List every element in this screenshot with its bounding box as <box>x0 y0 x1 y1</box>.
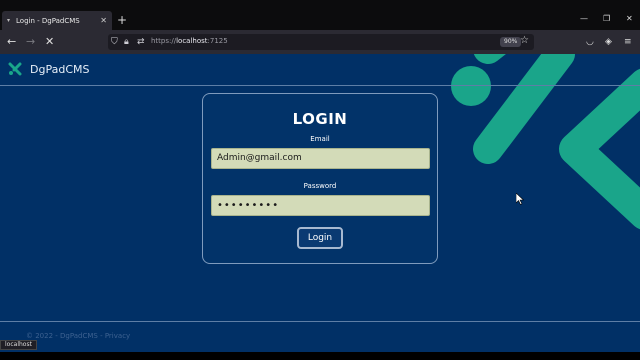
login-title: LOGIN <box>292 110 348 128</box>
footer-text[interactable]: © 2022 - DgPadCMS - Privacy <box>26 332 130 340</box>
brand-logo-icon <box>8 62 22 76</box>
brand[interactable]: DgPadCMS <box>8 62 89 76</box>
extension-icon[interactable]: ◈ <box>605 36 612 48</box>
brand-name: DgPadCMS <box>30 62 90 76</box>
header-divider <box>0 85 640 86</box>
login-button[interactable]: Login <box>297 227 343 249</box>
browser-tab[interactable]: ▾ Login - DgPadCMS ✕ <box>2 11 112 30</box>
bottom-edge <box>0 352 640 360</box>
email-field[interactable]: Admin@gmail.com <box>211 148 430 169</box>
back-icon[interactable]: ← <box>7 35 16 49</box>
browser-nav-bar: ← → ✕ ⛉ 🔒︎ ⇄ https://localhost:7125 90% … <box>0 30 640 54</box>
tab-title: Login - DgPadCMS <box>16 16 80 25</box>
lock-icon[interactable]: 🔒︎ <box>124 36 129 48</box>
tab-close-icon[interactable]: ✕ <box>100 16 107 25</box>
bookmark-star-icon[interactable]: ☆ <box>520 35 529 46</box>
restore-icon[interactable]: ❐ <box>603 14 610 23</box>
page-viewport: DgPadCMS LOGIN Email Admin@gmail.com Pas… <box>0 54 640 352</box>
browser-tab-strip: ▾ Login - DgPadCMS ✕ + — ❐ ✕ <box>0 0 640 30</box>
minimize-icon[interactable]: — <box>580 14 588 23</box>
new-tab-icon[interactable]: + <box>117 13 127 27</box>
forward-icon[interactable]: → <box>26 35 35 49</box>
zoom-level[interactable]: 90% <box>500 37 522 47</box>
address-bar[interactable]: ⛉ 🔒︎ ⇄ https://localhost:7125 90% ☆ <box>108 34 534 50</box>
footer-divider <box>0 321 640 322</box>
url-text[interactable]: https://localhost:7125 <box>151 37 228 45</box>
window-close-icon[interactable]: ✕ <box>626 14 633 23</box>
password-label: Password <box>303 182 337 190</box>
login-card: LOGIN Email Admin@gmail.com Password •••… <box>202 93 438 264</box>
tab-dropdown-icon[interactable]: ▾ <box>7 17 10 24</box>
email-label: Email <box>310 135 330 143</box>
status-bar: localhost <box>0 340 37 350</box>
pocket-icon[interactable]: ◡ <box>586 36 594 48</box>
permissions-icon[interactable]: ⇄ <box>137 36 145 48</box>
mouse-cursor-icon <box>516 193 524 205</box>
shield-icon[interactable]: ⛉ <box>111 36 118 48</box>
menu-icon[interactable]: ≡ <box>624 36 632 48</box>
decorative-chevron-graphic <box>451 54 640 230</box>
password-field[interactable]: ••••••••• <box>211 195 430 216</box>
stop-loading-icon[interactable]: ✕ <box>45 35 54 49</box>
